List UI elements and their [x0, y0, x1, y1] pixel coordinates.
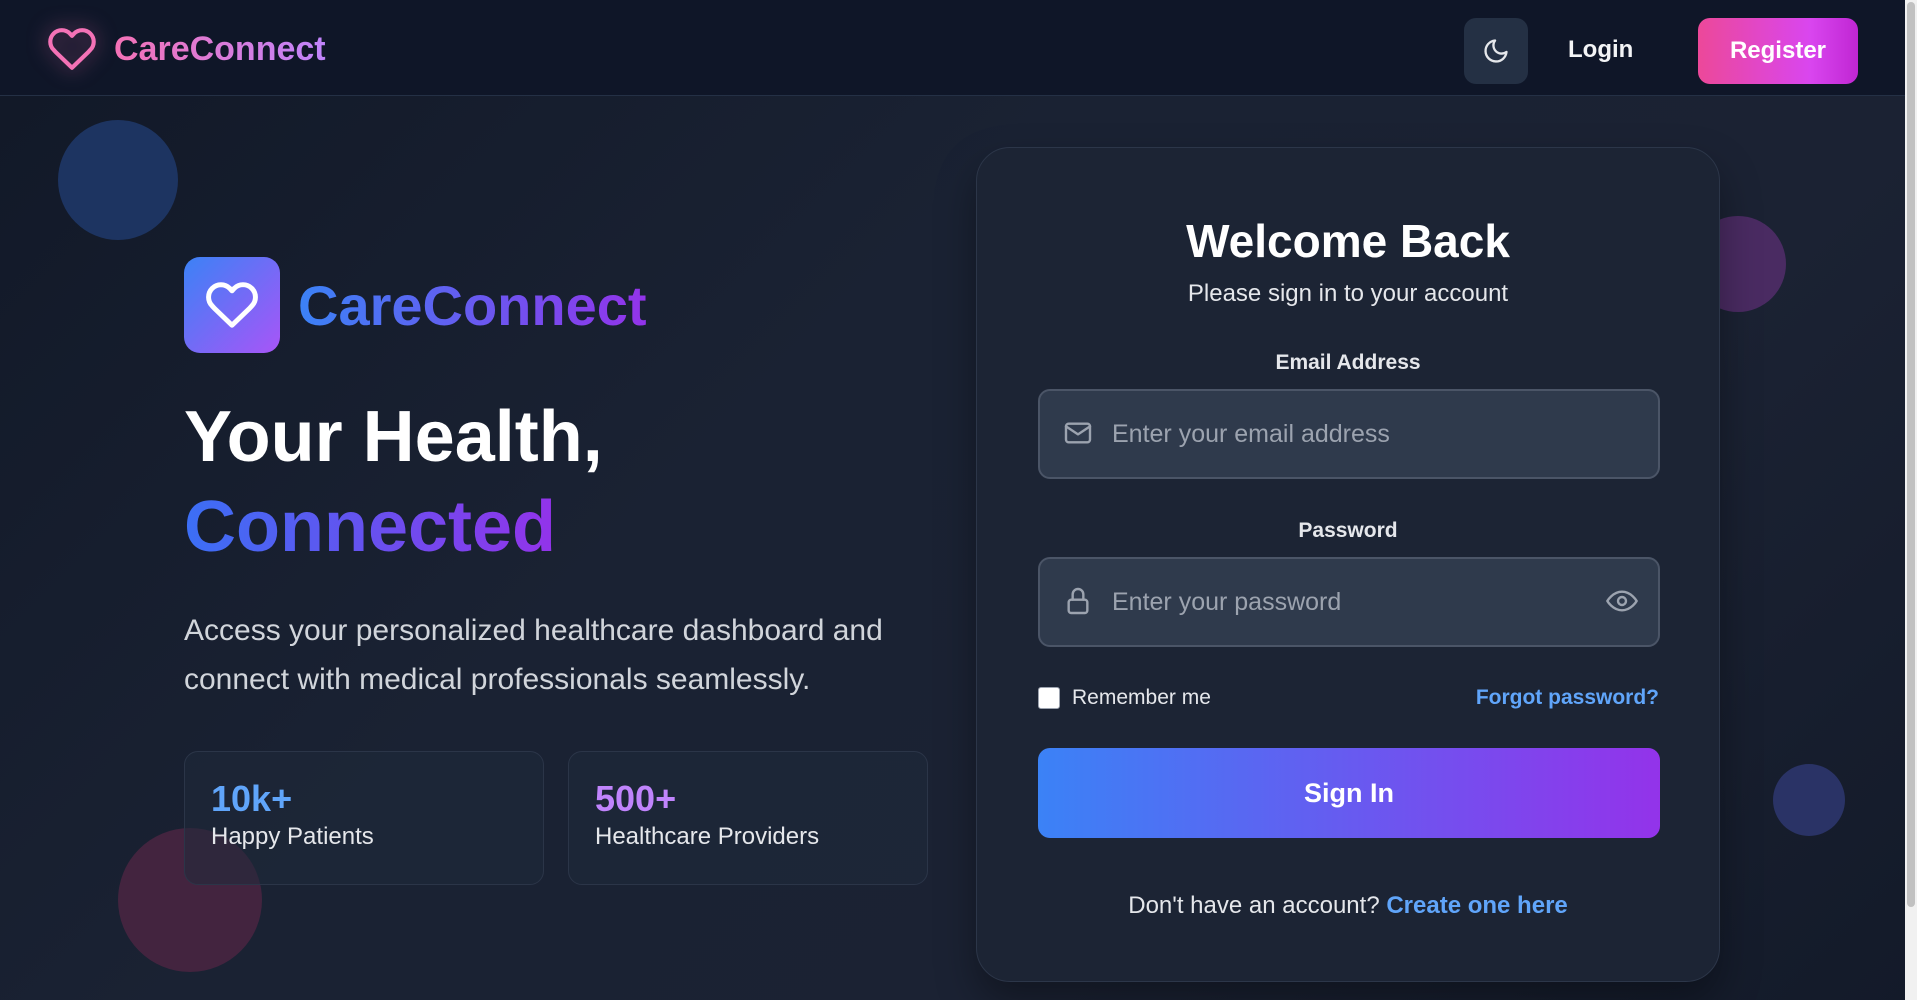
create-account-link[interactable]: Create one here	[1386, 892, 1567, 919]
eye-icon[interactable]	[1604, 585, 1640, 617]
scrollbar-thumb[interactable]	[1907, 2, 1915, 907]
hero-title-highlight: Connected	[184, 487, 557, 567]
stat-value: 10k+	[211, 778, 293, 819]
signup-prompt: Don't have an account? Create one here	[977, 892, 1719, 920]
decorative-circle	[1773, 764, 1845, 836]
login-subtitle: Please sign in to your account	[1187, 280, 1509, 307]
stat-card-providers: 500+ Healthcare Providers	[568, 751, 928, 885]
stat-value: 500+	[595, 778, 677, 819]
heart-icon	[48, 28, 96, 70]
hero-logo: CareConnect	[184, 257, 647, 353]
password-field-container	[1038, 557, 1660, 647]
lock-icon	[1067, 587, 1089, 615]
remember-me-label[interactable]: Remember me	[1072, 686, 1211, 710]
stat-label: Healthcare Providers	[595, 823, 820, 851]
hero-logo-badge	[184, 257, 280, 353]
email-field[interactable]	[1112, 391, 1582, 477]
remember-me-checkbox[interactable]	[1038, 687, 1060, 709]
hero-description: Access your personalized healthcare dash…	[184, 614, 883, 696]
header-brand-name: CareConnect	[114, 29, 326, 68]
header-brand[interactable]: CareConnect	[46, 24, 326, 74]
signup-prompt-text: Don't have an account?	[1128, 892, 1380, 919]
theme-toggle-button[interactable]	[1464, 18, 1528, 84]
stat-label: Happy Patients	[211, 823, 374, 851]
hero-title: Your Health,	[184, 397, 603, 477]
mail-icon	[1064, 422, 1092, 444]
sign-in-button[interactable]: Sign In	[1038, 748, 1660, 838]
stat-card-patients: 10k+ Happy Patients	[184, 751, 544, 885]
top-navbar: CareConnect Login Register	[0, 0, 1905, 96]
hero-brand-name: CareConnect	[298, 273, 647, 337]
decorative-circle	[58, 120, 178, 240]
moon-icon	[1484, 39, 1508, 63]
login-title: Welcome Back	[1186, 215, 1510, 267]
email-field-container	[1038, 389, 1660, 479]
remember-me[interactable]: Remember me	[1038, 686, 1211, 710]
page: CareConnect Login Register CareConnect Y…	[0, 0, 1917, 1000]
login-link[interactable]: Login	[1568, 36, 1633, 64]
register-button[interactable]: Register	[1698, 18, 1858, 84]
login-card: Welcome Back Please sign in to your acco…	[976, 147, 1720, 982]
password-label: Password	[1298, 519, 1398, 542]
scrollbar[interactable]	[1905, 0, 1917, 1000]
password-field[interactable]	[1112, 559, 1582, 645]
email-label: Email Address	[1275, 351, 1421, 374]
forgot-password-link[interactable]: Forgot password?	[1476, 686, 1659, 710]
heart-icon	[206, 282, 258, 328]
